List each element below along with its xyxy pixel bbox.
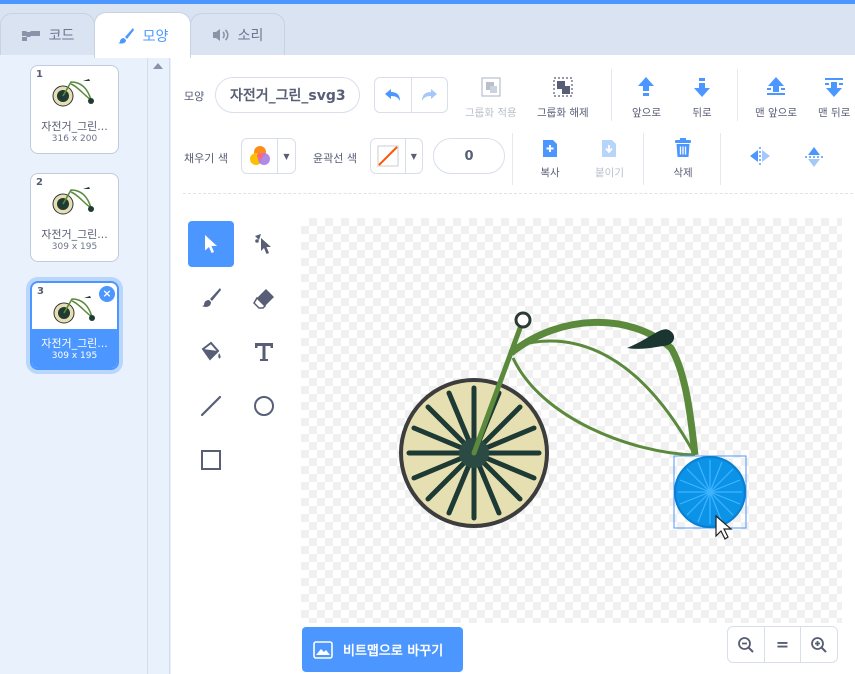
paste-icon (602, 140, 617, 157)
no-color-icon (377, 145, 399, 167)
arrow-down-icon (694, 78, 710, 97)
eraser-icon (253, 289, 274, 309)
group-button[interactable]: 그룹화 적용 (465, 75, 517, 120)
outline-color-label: 윤곽선 색 (313, 152, 357, 165)
costume-item-2[interactable]: 2 자전거_그린... 309 x 195 (30, 173, 119, 262)
chevron-down-icon: ▼ (410, 151, 417, 161)
zoom-in-icon (811, 636, 827, 653)
bring-to-front-button[interactable]: 맨 앞으로 (755, 75, 797, 120)
flip-vertical-button[interactable] (803, 145, 825, 169)
ungroup-button[interactable]: 그룹화 해제 (537, 75, 589, 120)
toolbar-divider (611, 69, 612, 121)
code-blocks-icon (21, 28, 41, 42)
flip-horizontal-button[interactable] (748, 145, 772, 167)
tab-code[interactable]: 코드 (0, 13, 95, 56)
speaker-icon (212, 28, 230, 42)
paint-editor: 모양 자전거_그린_svg3 그룹화 적용 그룹화 해제 앞으로 뒤로 맨 앞으… (171, 55, 855, 674)
brush-tool[interactable] (188, 275, 234, 321)
outline-color-swatch (371, 139, 406, 173)
fill-tool[interactable] (188, 329, 234, 375)
toolbar-divider (737, 69, 738, 121)
mixed-colors-icon (249, 146, 270, 165)
toolbar-divider (183, 193, 853, 194)
delete-costume-icon[interactable]: × (99, 286, 115, 302)
redo-icon (422, 89, 438, 101)
bicycle-artwork (399, 311, 747, 540)
costume-list: 1 자전거_그린... 316 x 200 2 자전거_그린... 309 x … (0, 55, 148, 674)
fill-color-swatch (242, 139, 278, 173)
undo-icon (384, 89, 400, 101)
costume-name-input[interactable]: 자전거_그린_svg3 (215, 77, 360, 113)
zoom-out-icon (737, 636, 754, 653)
line-icon (200, 395, 222, 417)
reshape-icon (255, 234, 271, 254)
editor-tabs: 코드 모양 소리 (0, 4, 855, 58)
rectangle-icon (201, 450, 221, 470)
paste-button[interactable]: 붙이기 (595, 137, 624, 180)
costume-thumbnail (53, 296, 95, 324)
front-icon (766, 77, 785, 95)
backward-button[interactable]: 뒤로 (690, 75, 714, 120)
brush-icon (202, 288, 221, 307)
costume-thumbnail (52, 79, 94, 107)
circle-icon (254, 396, 274, 416)
reshape-tool[interactable] (241, 221, 287, 267)
redo-button[interactable] (412, 78, 448, 112)
costume-item-3[interactable]: 3 × 자전거_그린... 309 x 195 (30, 281, 119, 370)
toolbar-divider (512, 133, 513, 185)
undo-button[interactable] (375, 78, 412, 112)
tab-sound[interactable]: 소리 (190, 13, 285, 56)
select-tool[interactable] (188, 221, 234, 267)
arrow-up-icon (638, 77, 655, 96)
costume-name-label: 모양 (184, 90, 205, 103)
toolbar-divider (720, 133, 721, 185)
copy-button[interactable]: 복사 (539, 137, 561, 180)
forward-button[interactable]: 앞으로 (632, 75, 661, 120)
image-icon (313, 640, 333, 659)
costume-item-1[interactable]: 1 자전거_그린... 316 x 200 (30, 65, 119, 154)
zoom-reset-button[interactable]: = (765, 627, 802, 662)
ungroup-icon (553, 77, 573, 97)
paintbrush-icon (117, 27, 135, 45)
toolbar-divider (643, 133, 644, 185)
scroll-up-arrow-icon[interactable] (153, 63, 163, 69)
convert-to-bitmap-button[interactable]: 비트맵으로 바꾸기 (302, 627, 463, 672)
circle-tool[interactable] (241, 383, 287, 429)
outline-width-input[interactable]: 0 (433, 138, 505, 174)
rectangle-tool[interactable] (188, 437, 234, 483)
costume-list-scrollbar[interactable] (148, 55, 170, 674)
fill-color-picker[interactable]: ▼ (241, 138, 296, 174)
delete-button[interactable]: 삭제 (672, 137, 694, 180)
tab-costume[interactable]: 모양 (94, 12, 191, 58)
paint-bucket-icon (201, 341, 221, 361)
trash-icon (675, 138, 691, 157)
undo-redo-group (374, 77, 448, 113)
fill-color-label: 채우기 색 (184, 152, 228, 165)
zoom-out-button[interactable] (728, 627, 765, 662)
outline-color-picker[interactable]: ▼ (370, 138, 423, 174)
flip-horizontal-icon (750, 147, 770, 165)
flip-vertical-icon (805, 147, 823, 167)
cursor-arrow-icon (205, 235, 217, 253)
text-t-icon (255, 343, 273, 361)
send-to-back-button[interactable]: 맨 뒤로 (818, 75, 850, 120)
eraser-tool[interactable] (241, 275, 287, 321)
zoom-controls: = (727, 626, 838, 663)
text-tool[interactable] (241, 329, 287, 375)
chevron-down-icon: ▼ (283, 151, 290, 161)
line-tool[interactable] (188, 383, 234, 429)
back-icon (825, 78, 844, 97)
drawing-canvas[interactable] (301, 218, 842, 623)
zoom-in-button[interactable] (801, 627, 837, 662)
group-icon (481, 77, 501, 97)
costume-thumbnail (52, 187, 94, 215)
copy-icon (543, 140, 557, 157)
